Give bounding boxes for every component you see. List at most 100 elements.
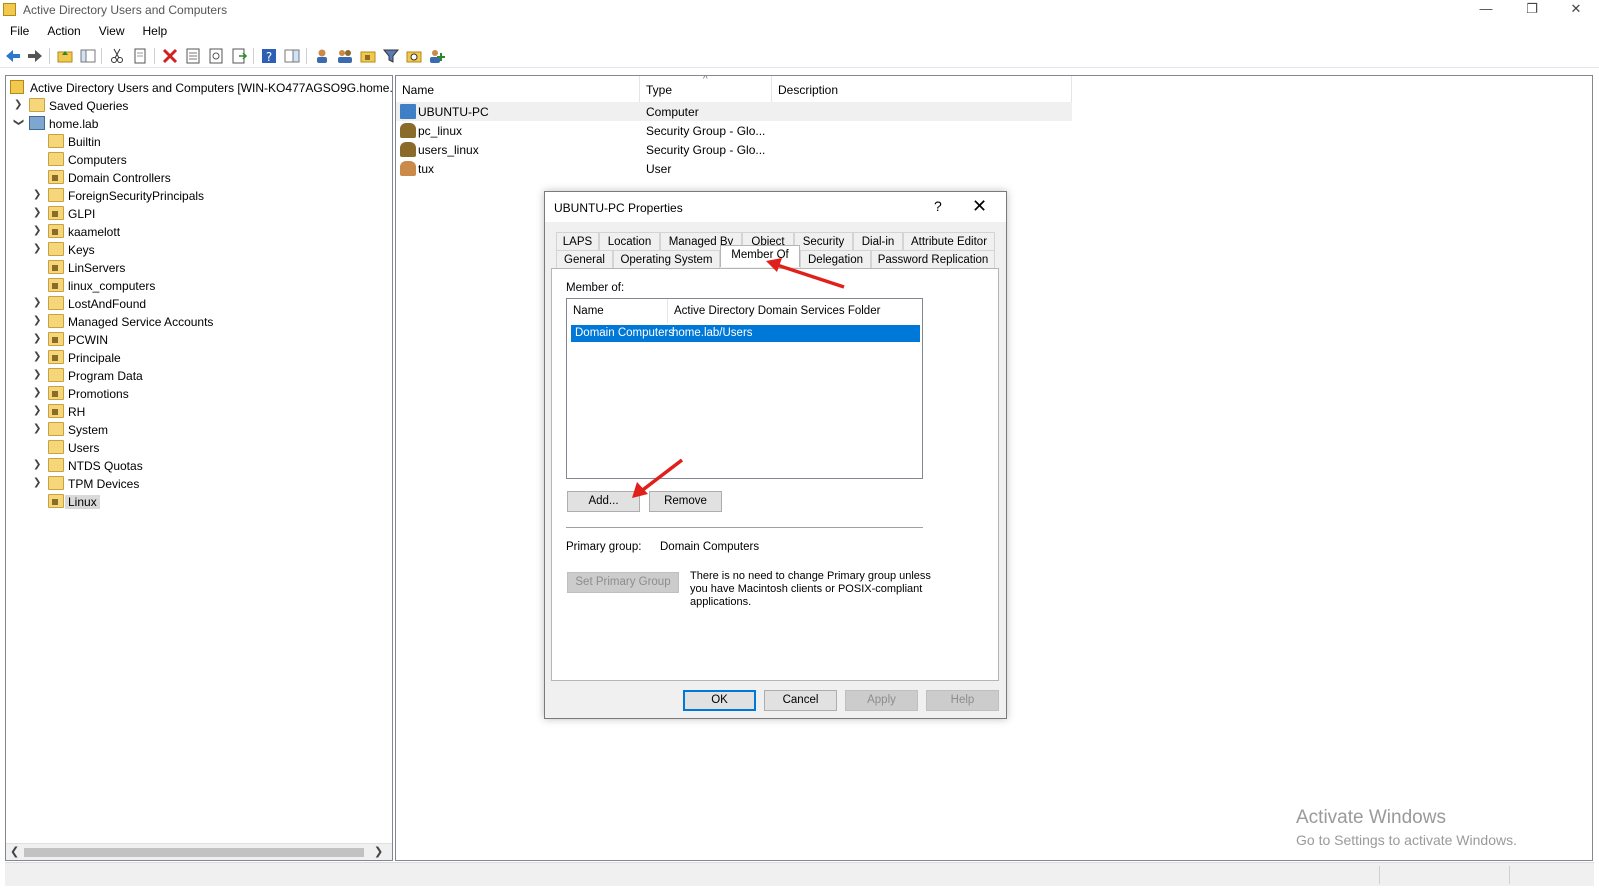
tree-item-kaamelott[interactable]: ❯ kaamelott (6, 223, 392, 241)
minimize-button[interactable]: — (1463, 0, 1509, 20)
list-row[interactable]: tux User (396, 159, 1072, 178)
refresh-icon[interactable] (207, 47, 225, 65)
tree-item-foreignsecurityprincipals[interactable]: ❯ ForeignSecurityPrincipals (6, 187, 392, 205)
ok-button[interactable]: OK (683, 690, 756, 711)
expand-chevron-icon[interactable]: ❯ (14, 99, 24, 111)
help-icon[interactable]: ? (260, 47, 278, 65)
tab-security[interactable]: Security (794, 232, 853, 250)
expand-chevron-icon[interactable]: ❯ (33, 243, 43, 255)
tree-item-linux[interactable]: Linux (6, 493, 392, 511)
cut-icon[interactable] (108, 47, 126, 65)
back-icon[interactable] (4, 47, 22, 65)
set-primary-group-button[interactable]: Set Primary Group (567, 572, 679, 593)
menu-view[interactable]: View (89, 22, 133, 38)
tree-item-computers[interactable]: Computers (6, 151, 392, 169)
member-row[interactable]: Domain Computers home.lab/Users (571, 325, 920, 342)
expand-chevron-icon[interactable]: ❯ (33, 189, 43, 201)
tab-laps[interactable]: LAPS (556, 232, 599, 250)
export-list-icon[interactable] (230, 47, 248, 65)
scroll-thumb[interactable] (24, 848, 364, 857)
tree-item-rh[interactable]: ❯ RH (6, 403, 392, 421)
snapin-icon (10, 80, 24, 94)
tree-item-tpm-devices[interactable]: ❯ TPM Devices (6, 475, 392, 493)
tree-item-pcwin[interactable]: ❯ PCWIN (6, 331, 392, 349)
tree-item-saved-queries[interactable]: ❯ Saved Queries (6, 97, 392, 115)
tab-location[interactable]: Location (599, 232, 660, 250)
tree-item-program-data[interactable]: ❯ Program Data (6, 367, 392, 385)
tab-operating-system[interactable]: Operating System (613, 250, 720, 268)
show-hide-tree-icon[interactable] (79, 47, 97, 65)
expand-chevron-icon[interactable]: ❯ (33, 333, 43, 345)
copy-icon[interactable] (131, 47, 149, 65)
expand-chevron-icon[interactable]: ❯ (33, 405, 43, 417)
expand-chevron-icon[interactable]: ❯ (33, 297, 43, 309)
tree-item-label: NTDS Quotas (68, 459, 143, 473)
expand-chevron-icon[interactable]: ❯ (33, 225, 43, 237)
tree-root[interactable]: Active Directory Users and Computers [WI… (6, 79, 392, 97)
forward-icon[interactable] (26, 47, 44, 65)
expand-chevron-icon[interactable]: ❯ (33, 387, 43, 399)
tree-item-domain[interactable]: ❯ home.lab (6, 115, 392, 133)
expand-chevron-icon[interactable]: ❯ (33, 459, 43, 471)
collapse-chevron-icon[interactable]: ❯ (12, 118, 24, 128)
find-icon[interactable] (405, 47, 423, 65)
tree-item-keys[interactable]: ❯ Keys (6, 241, 392, 259)
new-ou-icon[interactable] (359, 47, 377, 65)
properties-icon[interactable] (184, 47, 202, 65)
tree-item-managed-service-accounts[interactable]: ❯ Managed Service Accounts (6, 313, 392, 331)
tree-horizontal-scrollbar[interactable]: ❮ ❯ (6, 843, 392, 860)
expand-chevron-icon[interactable]: ❯ (33, 423, 43, 435)
close-button[interactable]: ✕ (1553, 0, 1599, 20)
new-group-icon[interactable] (336, 47, 354, 65)
tree-item-lostandfound[interactable]: ❯ LostAndFound (6, 295, 392, 313)
member-column-folder[interactable]: Active Directory Domain Services Folder (668, 299, 922, 323)
column-header-name[interactable]: Name (396, 76, 640, 102)
menu-help[interactable]: Help (133, 22, 176, 38)
tree-item-domain-controllers[interactable]: Domain Controllers (6, 169, 392, 187)
tree-item-linux-computers[interactable]: linux_computers (6, 277, 392, 295)
folder-icon (48, 440, 64, 454)
tree-item-principale[interactable]: ❯ Principale (6, 349, 392, 367)
action-pane-icon[interactable] (283, 47, 301, 65)
tree-item-label: LostAndFound (68, 297, 147, 311)
expand-chevron-icon[interactable]: ❯ (33, 351, 43, 363)
tree-item-ntds-quotas[interactable]: ❯ NTDS Quotas (6, 457, 392, 475)
expand-chevron-icon[interactable]: ❯ (33, 477, 43, 489)
dialog-help-icon[interactable]: ? (934, 198, 942, 214)
new-user-icon[interactable] (313, 47, 331, 65)
menu-file[interactable]: File (0, 22, 37, 38)
delete-icon[interactable] (161, 47, 179, 65)
expand-chevron-icon[interactable]: ❯ (33, 315, 43, 327)
add-to-group-icon[interactable] (428, 47, 446, 65)
scroll-right-icon[interactable]: ❯ (374, 845, 383, 858)
up-folder-icon[interactable] (56, 47, 74, 65)
tree-item-users[interactable]: Users (6, 439, 392, 457)
expand-chevron-icon[interactable]: ❯ (33, 369, 43, 381)
help-button[interactable]: Help (926, 690, 999, 711)
member-column-name[interactable]: Name (567, 299, 668, 323)
tree-item-builtin[interactable]: Builtin (6, 133, 392, 151)
restore-button[interactable]: ❐ (1509, 0, 1555, 20)
member-of-list[interactable]: Name Active Directory Domain Services Fo… (566, 298, 923, 479)
list-row[interactable]: pc_linux Security Group - Glo... (396, 121, 1072, 140)
tab-dial-in[interactable]: Dial-in (853, 232, 903, 250)
scroll-left-icon[interactable]: ❮ (10, 845, 19, 858)
tree-item-glpi[interactable]: ❯ GLPI (6, 205, 392, 223)
tree-item-system[interactable]: ❯ System (6, 421, 392, 439)
menu-action[interactable]: Action (37, 22, 88, 38)
column-header-description[interactable]: Description (772, 76, 1072, 102)
filter-icon[interactable] (382, 47, 400, 65)
divider (566, 527, 923, 528)
tab-attribute-editor[interactable]: Attribute Editor (903, 232, 995, 250)
cancel-button[interactable]: Cancel (764, 690, 837, 711)
tree-item-promotions[interactable]: ❯ Promotions (6, 385, 392, 403)
apply-button[interactable]: Apply (845, 690, 918, 711)
ou-folder-icon (48, 494, 64, 508)
dialog-close-icon[interactable]: ✕ (972, 196, 987, 217)
list-row[interactable]: UBUNTU-PC Computer (396, 102, 1072, 121)
tree-item-linservers[interactable]: LinServers (6, 259, 392, 277)
expand-chevron-icon[interactable]: ❯ (33, 207, 43, 219)
tab-password-replication[interactable]: Password Replication (871, 250, 995, 268)
tab-general[interactable]: General (556, 250, 613, 268)
list-row[interactable]: users_linux Security Group - Glo... (396, 140, 1072, 159)
